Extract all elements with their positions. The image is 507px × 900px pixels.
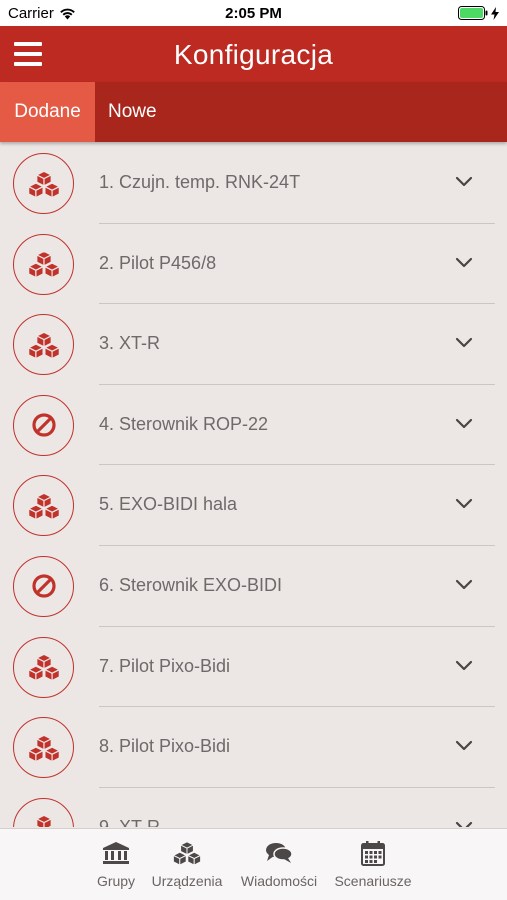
bottom-tab-bar: Grupy Urządzenia Wiadomości Scenariusze [0, 828, 507, 900]
device-label: 2. Pilot P456/8 [99, 252, 217, 273]
chevron-down-icon[interactable] [455, 256, 473, 270]
device-label: 4. Sterownik ROP-22 [99, 413, 269, 434]
cubes-icon [34, 815, 53, 827]
page-title: Konfiguracja [173, 39, 334, 70]
device-label: 9. XT-R [99, 816, 161, 827]
device-row[interactable]: 8. Pilot Pixo-Bidi [0, 707, 507, 788]
device-label: 5. EXO-BIDI hala [99, 494, 238, 515]
bottom-tab-label: Urządzenia [151, 873, 223, 889]
status-time: 2:05 PM [225, 5, 282, 22]
battery-indicator [458, 6, 499, 20]
device-label: 3. XT-R [99, 333, 161, 354]
device-row[interactable]: 6. Sterownik EXO-BIDI [0, 546, 507, 627]
bottom-tab-label: Scenariusze [334, 873, 412, 889]
charging-bolt-icon [491, 6, 499, 20]
bottom-tab-grupy[interactable]: Grupy [94, 839, 138, 889]
device-label: 1. Czujn. temp. RNK-24T [99, 172, 301, 192]
device-row[interactable]: 7. Pilot Pixo-Bidi [0, 627, 507, 708]
device-row[interactable]: 1. Czujn. temp. RNK-24T [0, 143, 507, 224]
chevron-down-icon[interactable] [455, 175, 473, 189]
cubes-icon [27, 170, 60, 198]
segment-tabs: Dodane Nowe [0, 82, 507, 142]
device-icon-badge [13, 314, 74, 376]
cubes-icon [27, 250, 60, 279]
hamburger-menu-icon[interactable] [14, 42, 42, 66]
device-list: 1. Czujn. temp. RNK-24T 2. Pilot P456/8 3.… [0, 143, 507, 827]
device-label: 6. Sterownik EXO-BIDI [99, 574, 283, 595]
chevron-down-icon[interactable] [455, 739, 473, 753]
chevron-down-icon[interactable] [455, 820, 473, 827]
cubes-icon [27, 331, 60, 359]
nav-bar: Konfiguracja [0, 26, 507, 82]
chat-icon [266, 843, 293, 863]
chevron-down-icon[interactable] [455, 659, 473, 673]
calendar-icon [361, 841, 385, 866]
device-icon-badge [13, 475, 74, 537]
cubes-icon [27, 492, 60, 520]
tab-dodane[interactable]: Dodane [0, 82, 95, 142]
device-label: 8. Pilot Pixo-Bidi [99, 736, 231, 757]
chevron-down-icon[interactable] [455, 578, 473, 592]
device-row[interactable]: 2. Pilot P456/8 [0, 224, 507, 305]
device-row[interactable]: 4. Sterownik ROP-22 [0, 385, 507, 466]
bottom-tab-scenariusze[interactable]: Scenariusze [332, 839, 414, 889]
device-icon-badge [13, 555, 74, 617]
device-row[interactable]: 9. XT-R [0, 788, 507, 827]
chevron-down-icon[interactable] [455, 497, 473, 511]
chevron-down-icon[interactable] [455, 336, 473, 350]
ban-icon [31, 574, 56, 599]
bottom-tab-urzadzenia[interactable]: Urządzenia [149, 839, 225, 889]
device-label: 7. Pilot Pixo-Bidi [99, 655, 231, 676]
device-icon-badge [13, 797, 74, 827]
device-icon-badge [13, 636, 74, 698]
device-icon-badge [13, 717, 74, 779]
ban-icon [31, 413, 56, 437]
device-icon-badge [13, 153, 74, 214]
device-row[interactable]: 3. XT-R [0, 304, 507, 385]
device-icon-badge [13, 394, 74, 456]
status-bar: Carrier 2:05 PM [0, 0, 507, 26]
cubes-icon [172, 841, 202, 866]
bottom-tab-label: Grupy [96, 873, 136, 889]
chevron-down-icon[interactable] [455, 417, 473, 431]
cubes-icon [27, 653, 60, 682]
bank-icon [103, 842, 129, 864]
bottom-tab-label: Wiadomości [240, 873, 318, 889]
tab-nowe[interactable]: Nowe [96, 82, 169, 142]
device-icon-badge [13, 233, 74, 295]
cubes-icon [27, 734, 60, 762]
bottom-tab-wiadomosci[interactable]: Wiadomości [237, 839, 321, 889]
device-row[interactable]: 5. EXO-BIDI hala [0, 465, 507, 546]
battery-icon [458, 6, 488, 20]
